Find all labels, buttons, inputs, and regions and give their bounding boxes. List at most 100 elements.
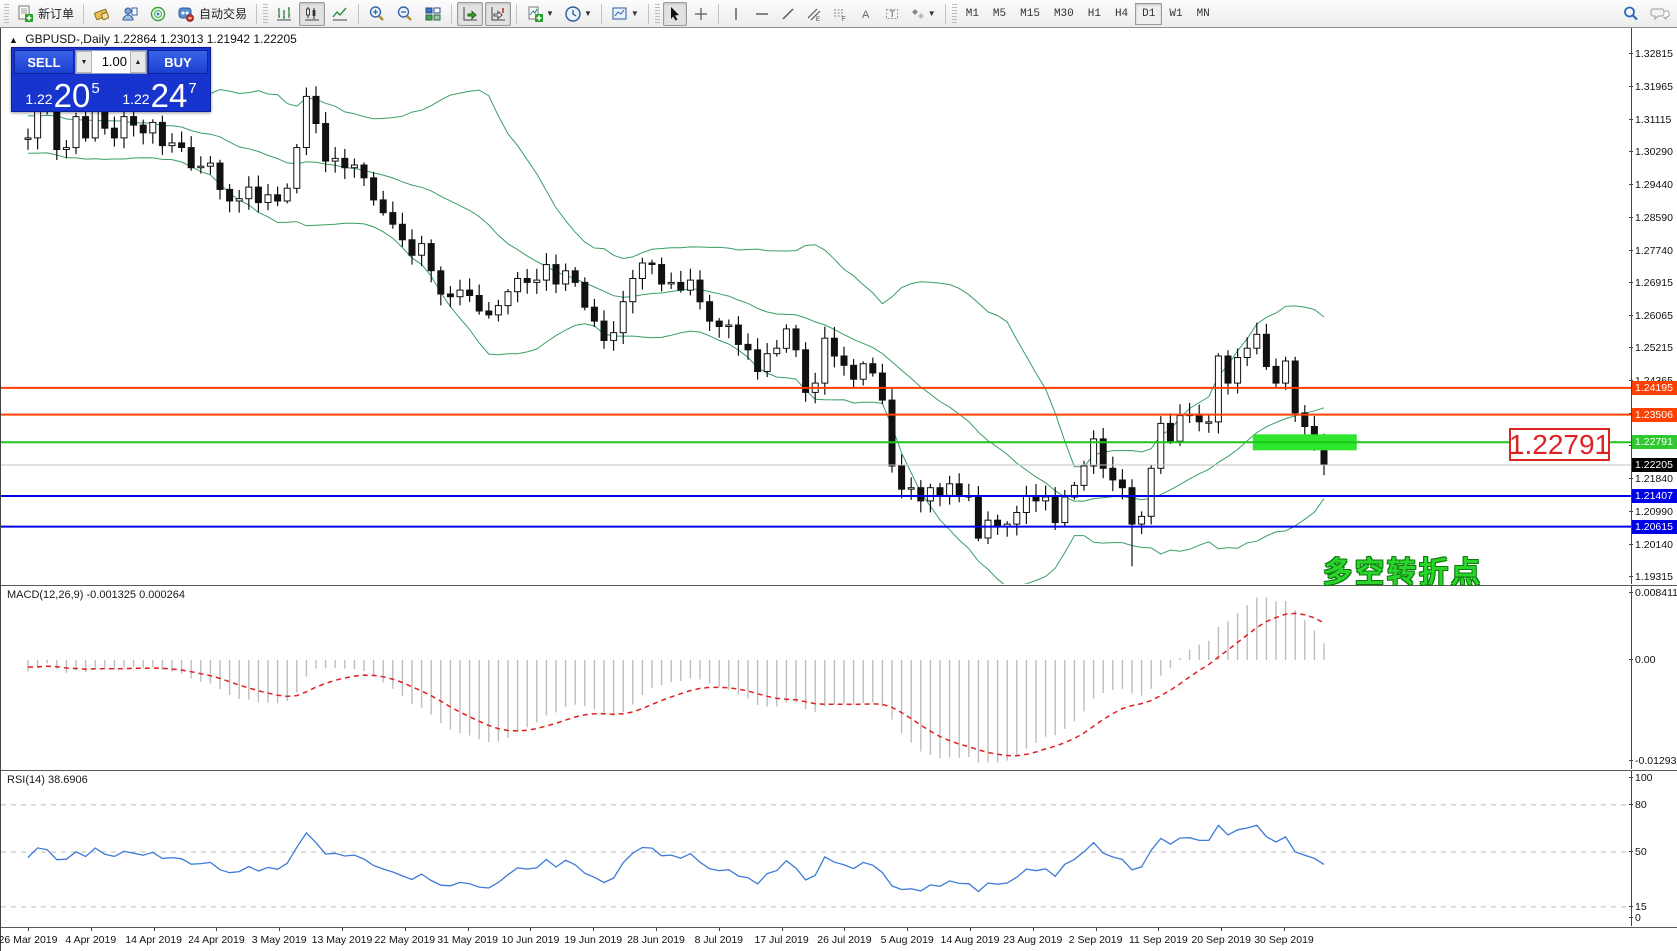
sell-price[interactable]: 1.22205 [14,75,111,111]
timeframe-button-M1[interactable]: M1 [959,3,986,25]
price-tick-label: 1.31115 [1635,114,1671,126]
timeframe-button-M5[interactable]: M5 [986,3,1013,25]
date-tick [719,928,720,931]
volume-input[interactable]: 1.00 [92,51,130,73]
svg-text:T: T [889,9,895,19]
date-label: 14 Aug 2019 [941,934,1000,946]
indicators-icon [526,5,544,23]
date-label: 31 May 2019 [437,934,498,946]
buy-price[interactable]: 1.22247 [111,75,208,111]
timeframe-button-W1[interactable]: W1 [1162,3,1189,25]
new-order-icon [16,5,34,23]
macd-axis[interactable]: 0.0084110.00-0.012931 [1631,586,1677,769]
timeframe-button-M30[interactable]: M30 [1047,3,1081,25]
dropdown-caret: ▼ [631,9,639,18]
toolbar-grip [655,4,660,24]
macd-histogram [28,598,1324,763]
periods-button[interactable]: ▼ [560,2,596,26]
macd-signal-line [28,613,1324,755]
date-tick [907,928,908,931]
price-tick-label: 1.26065 [1635,310,1673,322]
zoom-out-button[interactable] [392,2,418,26]
price-line-label: 1.20615 [1632,520,1677,534]
candlestick-icon [303,5,321,23]
one-click-trading-panel: SELL ▼ 1.00 ▲ BUY 1.22205 1.22247 [11,47,211,112]
sell-button[interactable]: SELL [14,50,74,74]
timeframe-button-D1[interactable]: D1 [1135,3,1162,25]
price-callout-box[interactable]: 1.22791 [1509,428,1610,461]
text-label-icon: T [884,6,900,22]
date-label: 24 Apr 2019 [188,934,245,946]
zoom-in-button[interactable] [364,2,390,26]
candles-layer [25,84,1327,567]
price-tick-label: 1.20990 [1635,506,1673,518]
text-button[interactable]: A [854,2,878,26]
rsi-axis-label: 50 [1635,846,1647,858]
autotrading-button[interactable]: 自动交易 [173,2,251,26]
rsi-axis-label: 100 [1635,772,1653,784]
date-tick [468,928,469,931]
chat-button[interactable] [1646,2,1674,26]
eraser-button[interactable] [89,2,115,26]
cursor-button[interactable] [663,2,687,26]
date-axis[interactable]: 26 Mar 20194 Apr 201914 Apr 201924 Apr 2… [1,928,1677,951]
separator [718,4,719,24]
collapse-arrow-icon[interactable]: ▲ [9,35,18,45]
line-chart-button[interactable] [327,2,353,26]
new-order-button[interactable]: 新订单 [12,2,78,26]
date-label: 20 Sep 2019 [1191,934,1251,946]
macd-pane[interactable]: MACD(12,26,9) -0.001325 0.000264 [1,586,1631,769]
timeframe-button-H4[interactable]: H4 [1108,3,1135,25]
rsi-pane[interactable]: RSI(14) 38.6906 [1,771,1631,926]
tile-windows-button[interactable] [420,2,446,26]
date-tick [154,928,155,931]
timeframe-button-H1[interactable]: H1 [1081,3,1108,25]
label-button[interactable]: T [880,2,904,26]
volume-spinner: ▼ 1.00 ▲ [75,50,147,74]
date-tick [1221,928,1222,931]
bar-chart-button[interactable] [271,2,297,26]
price-line-label: 1.24195 [1632,381,1677,395]
dropdown-caret: ▼ [584,9,592,18]
channel-button[interactable]: E [802,2,826,26]
symbol-period-label: GBPUSD-,Daily [25,32,110,46]
auto-scroll-button[interactable] [457,2,483,26]
horizontal-line-icon [754,6,770,22]
price-tick-label: 1.21840 [1635,473,1673,485]
separator [516,4,517,24]
crosshair-button[interactable] [689,2,713,26]
rsi-axis[interactable]: 1008050150 [1631,771,1677,926]
date-label: 8 Jul 2019 [695,934,743,946]
date-label: 19 Jun 2019 [564,934,622,946]
autotrading-icon [177,5,195,23]
new-order-label: 新订单 [38,5,74,22]
search-button[interactable] [1618,2,1644,26]
chart-shift-button[interactable] [485,2,511,26]
date-label: 17 Jul 2019 [754,934,808,946]
price-tick-label: 1.31965 [1635,81,1673,93]
shapes-button[interactable]: ▼ [906,2,940,26]
profile-button[interactable] [117,2,143,26]
price-tick-label: 1.32815 [1635,48,1673,60]
timeframe-button-M15[interactable]: M15 [1013,3,1047,25]
date-label: 11 Sep 2019 [1129,934,1188,946]
price-line-label: 1.21407 [1632,489,1677,503]
fibonacci-button[interactable]: F [828,2,852,26]
price-axis[interactable]: 1.328151.319651.311151.302901.294401.285… [1631,28,1677,584]
volume-decrease-button[interactable]: ▼ [76,51,92,73]
buy-button[interactable]: BUY [148,50,208,74]
toolbar-grip [952,4,957,24]
signals-button[interactable] [145,2,171,26]
horizontal-line-button[interactable] [750,2,774,26]
volume-increase-button[interactable]: ▲ [130,51,146,73]
trendline-button[interactable] [776,2,800,26]
candlestick-button[interactable] [299,2,325,26]
vertical-line-button[interactable] [724,2,748,26]
profile-icon [121,5,139,23]
templates-button[interactable]: ▼ [607,2,643,26]
timeframe-button-MN[interactable]: MN [1190,3,1217,25]
indicators-button[interactable]: ▼ [522,2,558,26]
price-chart-pane[interactable] [1,28,1631,584]
fibonacci-icon: F [832,6,848,22]
separator [945,4,946,24]
